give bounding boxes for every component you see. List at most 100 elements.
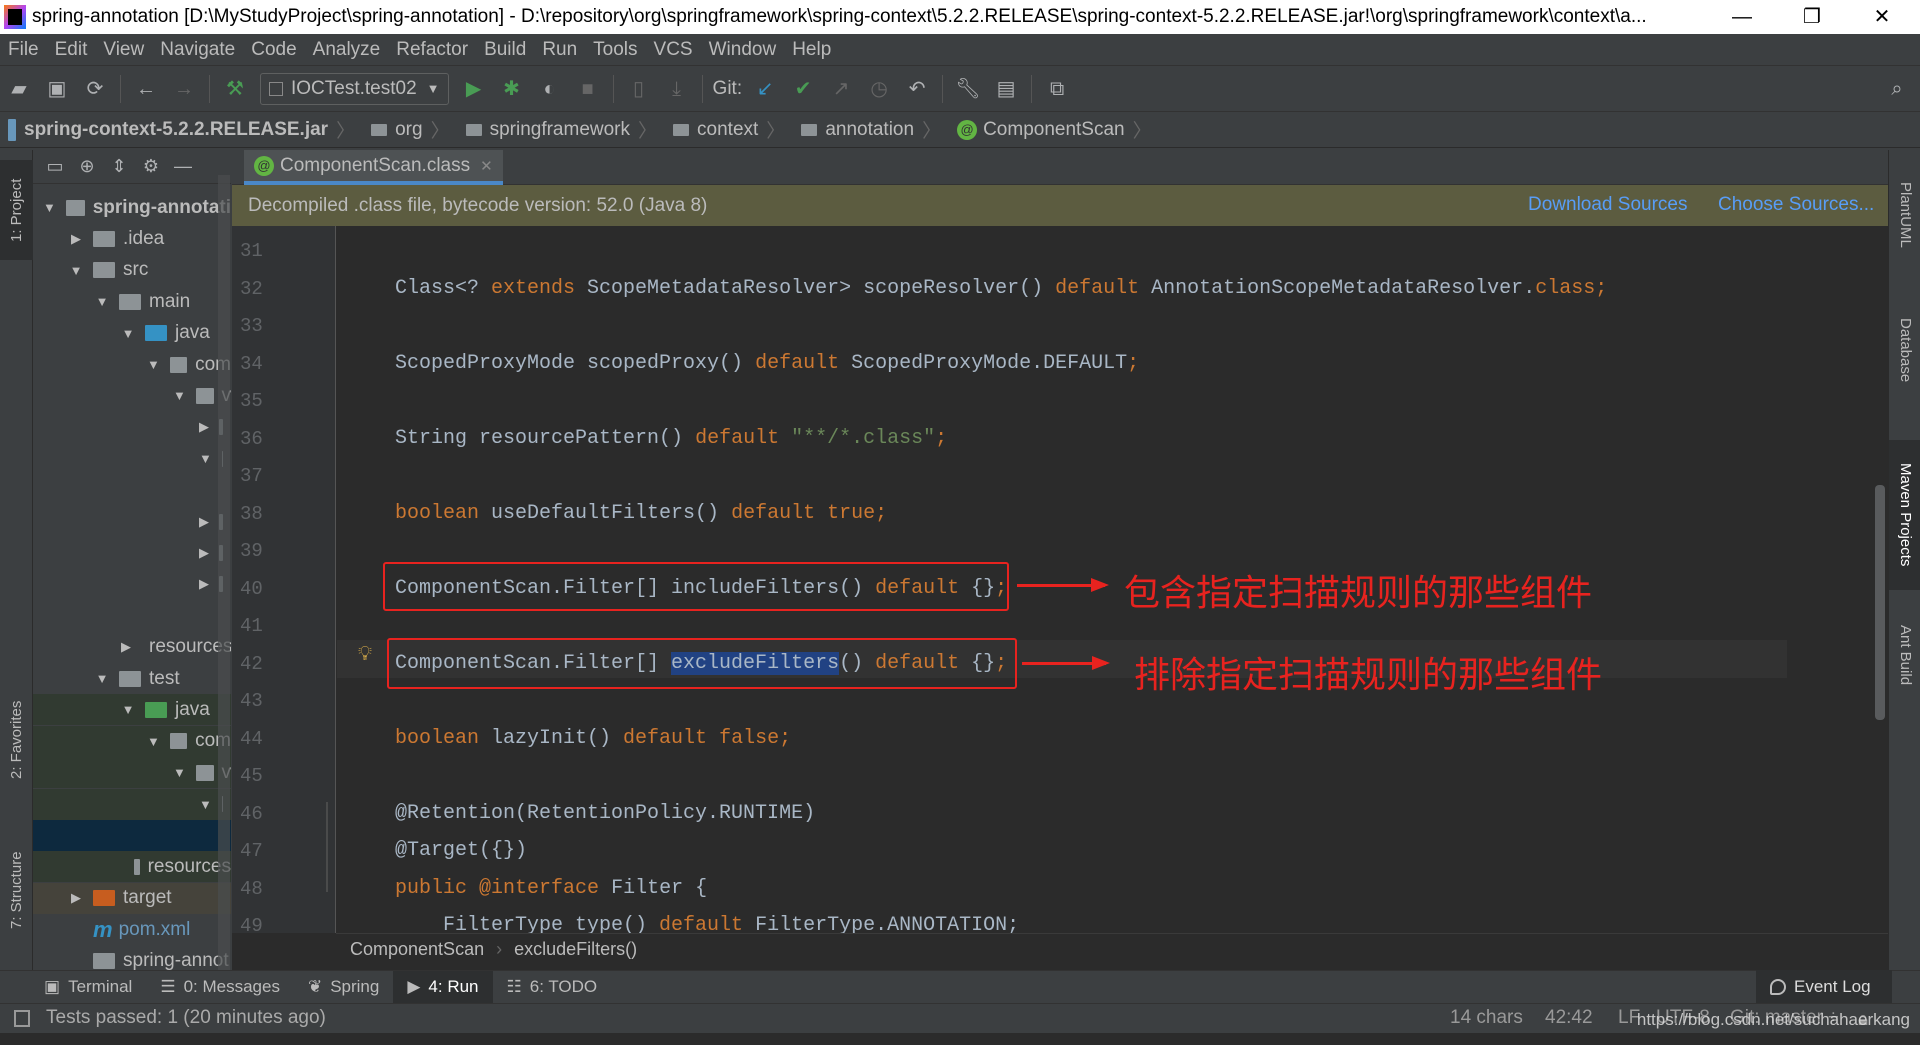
expanded-arrow-icon[interactable]: ▼ — [95, 294, 109, 309]
expanded-arrow-icon[interactable]: ▼ — [121, 326, 135, 341]
fold-markers-icon[interactable] — [326, 802, 346, 892]
code-line[interactable]: String resourcePattern() default "**/*.c… — [395, 424, 947, 454]
collapsed-arrow-icon[interactable]: ▶ — [199, 545, 209, 561]
restore-button[interactable]: ❐ — [1782, 0, 1842, 34]
tree-item[interactable]: spring-annot — [33, 946, 231, 970]
tree-item[interactable] — [33, 600, 231, 631]
bottom-tab-terminal[interactable]: ▣ Terminal — [30, 971, 146, 1004]
menu-window[interactable]: Window — [709, 39, 777, 61]
save-icon[interactable]: ▣ — [42, 74, 72, 104]
breadcrumb-item[interactable]: context 〉 — [665, 116, 793, 143]
tree-item[interactable]: ▼ java — [33, 694, 231, 726]
open-icon[interactable]: ▰ — [4, 74, 34, 104]
search-icon[interactable]: ⌕ — [1882, 74, 1912, 104]
tree-item[interactable]: ▼ src — [33, 255, 231, 286]
breadcrumb-item[interactable]: @ ComponentScan 〉 — [949, 116, 1160, 143]
tree-item[interactable]: ▼ com — [33, 349, 231, 380]
menu-build[interactable]: Build — [484, 39, 526, 61]
tool-tab-plantuml[interactable]: PlantUML — [1889, 160, 1920, 270]
git-commit-icon[interactable]: ✔ — [788, 74, 818, 104]
collapsed-arrow-icon[interactable]: ▶ — [121, 639, 131, 655]
code-line[interactable]: @Target({}) — [395, 836, 527, 866]
collapsed-arrow-icon[interactable]: ▶ — [199, 419, 209, 435]
expanded-arrow-icon[interactable]: ▼ — [43, 200, 56, 215]
bottom-tab-todo[interactable]: ☷ 6: TODO — [493, 971, 612, 1004]
tree-item[interactable]: ▶ — [33, 569, 231, 600]
event-log-button[interactable]: Event Log — [1756, 970, 1892, 1003]
expanded-arrow-icon[interactable]: ▼ — [147, 357, 160, 372]
revert-icon[interactable]: ↶ — [902, 74, 932, 104]
gear-icon[interactable]: ⚙ — [135, 156, 167, 177]
locate-icon[interactable]: ⊕ — [71, 156, 103, 177]
back-icon[interactable]: ← — [131, 74, 161, 104]
tree-item[interactable] — [33, 820, 231, 851]
status-message[interactable]: Tests passed: 1 (20 minutes ago) — [46, 1007, 326, 1029]
menu-help[interactable]: Help — [792, 39, 831, 61]
bottom-tab-spring[interactable]: ❦ Spring — [294, 971, 393, 1004]
tree-item[interactable]: ▶ — [33, 537, 231, 568]
project-scrollbar[interactable] — [218, 175, 230, 970]
tree-item[interactable]: ▶ .idea — [33, 223, 231, 254]
code-line[interactable]: boolean useDefaultFilters() default true… — [395, 499, 887, 529]
collapsed-arrow-icon[interactable]: ▶ — [69, 231, 83, 247]
tree-item[interactable]: ▼v — [33, 380, 231, 411]
tree-item[interactable]: ▼ main — [33, 286, 231, 317]
tree-item[interactable]: ▼v — [33, 757, 231, 789]
expanded-arrow-icon[interactable]: ▼ — [69, 263, 83, 278]
menu-refactor[interactable]: Refactor — [396, 39, 468, 61]
collapse-all-icon[interactable]: ⇕ — [103, 156, 135, 177]
code-line[interactable]: ScopedProxyMode scopedProxy() default Sc… — [395, 349, 1139, 379]
build-hammer-icon[interactable]: ⚒ — [220, 74, 250, 104]
tree-item[interactable]: ▶ target — [33, 882, 231, 914]
tool-tab-database[interactable]: Database — [1889, 290, 1920, 410]
menu-analyze[interactable]: Analyze — [313, 39, 381, 61]
editor-crumb-method[interactable]: excludeFilters() — [514, 939, 637, 960]
minimize-button[interactable]: — — [1712, 0, 1772, 34]
close-button[interactable]: ✕ — [1852, 0, 1912, 34]
menu-navigate[interactable]: Navigate — [160, 39, 235, 61]
tree-item[interactable]: ▼ spring-annotati — [33, 192, 231, 223]
tree-item[interactable]: ▼ — [33, 788, 231, 820]
forward-icon[interactable]: → — [169, 74, 199, 104]
stop-icon[interactable]: ■ — [573, 74, 603, 104]
tree-item[interactable]: ▼ — [33, 443, 231, 474]
expanded-arrow-icon[interactable]: ▼ — [173, 388, 186, 403]
debug-icon[interactable]: ✱ — [497, 74, 527, 104]
coverage-icon[interactable]: ◐ — [535, 74, 565, 104]
breadcrumb-item[interactable]: springframework 〉 — [458, 116, 665, 143]
download-sources-link[interactable]: Download Sources — [1528, 194, 1687, 216]
hide-icon[interactable]: — — [167, 156, 199, 177]
project-tool-tab[interactable]: 1: Project — [0, 160, 33, 260]
bottom-tab-run[interactable]: ▶ 4: Run — [393, 970, 493, 1004]
git-update-icon[interactable]: ↙ — [750, 74, 780, 104]
tree-item[interactable]: ▼ com — [33, 725, 231, 757]
bottom-tab-messages[interactable]: ☰ 0: Messages — [146, 971, 294, 1004]
lightbulb-icon[interactable]: 💡︎ — [358, 643, 372, 666]
code-line[interactable]: public @interface Filter { — [395, 874, 707, 904]
view-icon[interactable]: ▭ — [39, 156, 71, 177]
tree-item[interactable]: ▼ java — [33, 318, 231, 349]
structure-tool-tab[interactable]: 7: Structure — [0, 830, 33, 950]
download-icon[interactable]: ⤓ — [662, 74, 692, 104]
favorites-tool-tab[interactable]: 2: Favorites — [0, 680, 33, 800]
tree-item[interactable]: ▼ test — [33, 663, 231, 694]
editor-crumb-class[interactable]: ComponentScan — [350, 939, 484, 960]
collapsed-arrow-icon[interactable]: ▶ — [199, 576, 209, 592]
tree-item[interactable]: resources — [33, 851, 231, 883]
history-icon[interactable]: ◷ — [864, 74, 894, 104]
expanded-arrow-icon[interactable]: ▼ — [95, 671, 109, 686]
tree-item[interactable]: m pom.xml — [33, 914, 231, 945]
breadcrumb-item[interactable]: org 〉 — [363, 116, 457, 143]
attach-icon[interactable]: ▯ — [624, 74, 654, 104]
caret-position[interactable]: 42:42 — [1545, 1007, 1593, 1029]
collapsed-arrow-icon[interactable]: ▶ — [69, 890, 83, 906]
expanded-arrow-icon[interactable]: ▼ — [199, 451, 212, 466]
expanded-arrow-icon[interactable]: ▼ — [173, 765, 186, 780]
tool-tab-maven-projects[interactable]: Maven Projects — [1889, 440, 1920, 590]
sync-icon[interactable]: ⟳ — [80, 74, 110, 104]
collapsed-arrow-icon[interactable]: ▶ — [199, 514, 209, 530]
menu-tools[interactable]: Tools — [593, 39, 637, 61]
project-structure-icon[interactable]: ▤ — [991, 74, 1021, 104]
tree-item[interactable]: ▶ — [33, 412, 231, 443]
code-line[interactable]: Class<? extends ScopeMetadataResolver> s… — [395, 274, 1607, 304]
